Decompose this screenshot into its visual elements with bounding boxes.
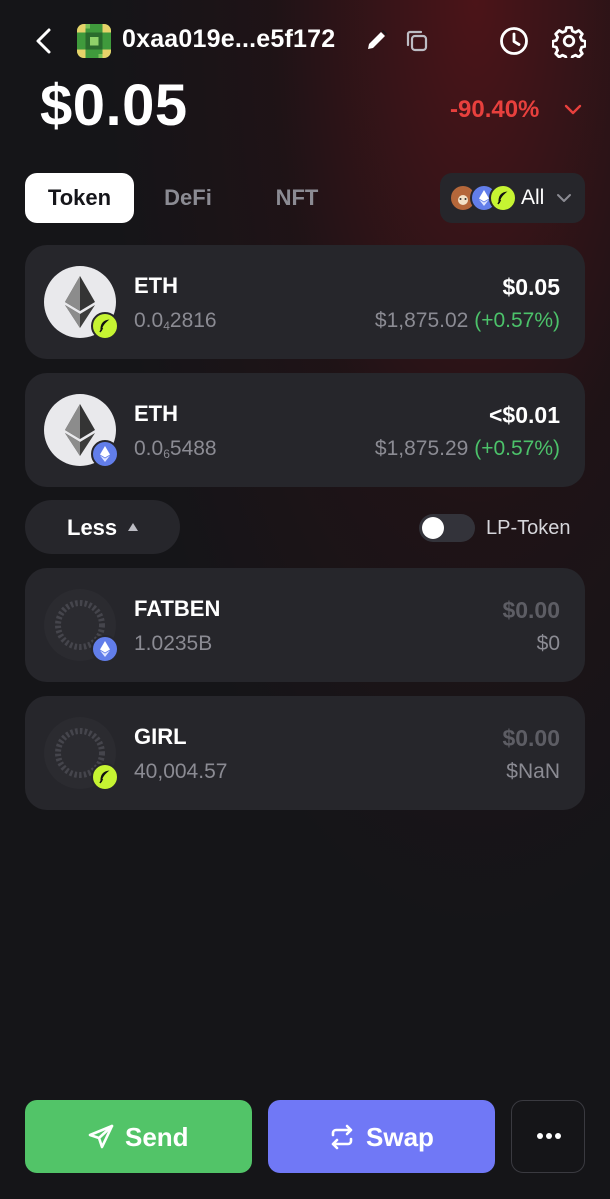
ethereum-icon <box>91 440 119 468</box>
chevron-down-icon <box>557 194 571 202</box>
lp-token-label: LP-Token <box>486 517 571 539</box>
swap-icon <box>331 1124 353 1150</box>
token-row-eth-2[interactable]: ETH 0.065488 <$0.01 $1,875.29 (+0.57%) <box>25 373 585 487</box>
token-price: $NaN <box>506 760 560 783</box>
less-button[interactable]: Less <box>25 500 180 554</box>
leaf-chain-icon <box>489 184 517 212</box>
more-button[interactable] <box>511 1100 585 1173</box>
token-amount: 0.065488 <box>134 437 217 461</box>
token-value: $0.00 <box>502 725 560 751</box>
edit-icon[interactable] <box>364 27 390 53</box>
token-name: ETH <box>134 273 178 298</box>
token-name: FATBEN <box>134 596 221 621</box>
chain-filter-label: All <box>521 186 545 209</box>
chain-filter-dropdown[interactable]: All <box>440 173 585 223</box>
tab-defi[interactable]: DeFi <box>143 173 233 223</box>
chevron-down-icon[interactable] <box>562 100 584 120</box>
less-label: Less <box>67 515 118 540</box>
toggle-knob <box>422 517 444 539</box>
send-button[interactable]: Send <box>25 1100 252 1173</box>
token-amount: 40,004.57 <box>134 760 228 783</box>
price-change: (+0.57%) <box>474 309 560 332</box>
tab-nft[interactable]: NFT <box>252 173 342 223</box>
lp-token-toggle[interactable] <box>419 514 475 542</box>
gear-icon[interactable] <box>552 24 586 58</box>
more-dots-icon <box>537 1133 561 1139</box>
caret-up-icon <box>128 523 138 531</box>
token-name: GIRL <box>134 724 187 749</box>
token-row-girl[interactable]: GIRL 40,004.57 $0.00 $NaN <box>25 696 585 810</box>
token-price: $0 <box>536 632 560 655</box>
token-value: <$0.01 <box>489 402 560 428</box>
leaf-chain-icon <box>91 312 119 340</box>
send-icon <box>88 1124 114 1149</box>
token-amount: 0.042816 <box>134 309 217 333</box>
wallet-avatar <box>77 24 111 58</box>
token-row-eth-1[interactable]: ETH 0.042816 $0.05 $1,875.02 (+0.57%) <box>25 245 585 359</box>
tab-token[interactable]: Token <box>25 173 134 223</box>
back-icon[interactable] <box>28 24 60 58</box>
token-price: $1,875.02 (+0.57%) <box>374 309 560 332</box>
history-icon[interactable] <box>498 25 530 57</box>
token-value: $0.05 <box>502 274 560 300</box>
swap-label: Swap <box>366 1122 434 1152</box>
send-label: Send <box>125 1122 189 1152</box>
leaf-chain-icon <box>91 763 119 791</box>
token-value: $0.00 <box>502 597 560 623</box>
ethereum-icon <box>91 635 119 663</box>
total-balance: $0.05 <box>40 73 188 138</box>
wallet-address[interactable]: 0xaa019e...e5f172 <box>122 25 335 54</box>
balance-change[interactable]: -90.40% <box>450 96 539 124</box>
wallet-screen: 0xaa019e...e5f172 $0.05 -90.40% Token De… <box>0 0 610 1199</box>
copy-icon[interactable] <box>403 27 431 55</box>
token-price: $1,875.29 (+0.57%) <box>374 437 560 460</box>
token-amount: 1.0235B <box>134 632 213 655</box>
token-row-fatben[interactable]: FATBEN 1.0235B $0.00 $0 <box>25 568 585 682</box>
token-name: ETH <box>134 401 178 426</box>
price-change: (+0.57%) <box>474 437 560 460</box>
swap-button[interactable]: Swap <box>268 1100 495 1173</box>
